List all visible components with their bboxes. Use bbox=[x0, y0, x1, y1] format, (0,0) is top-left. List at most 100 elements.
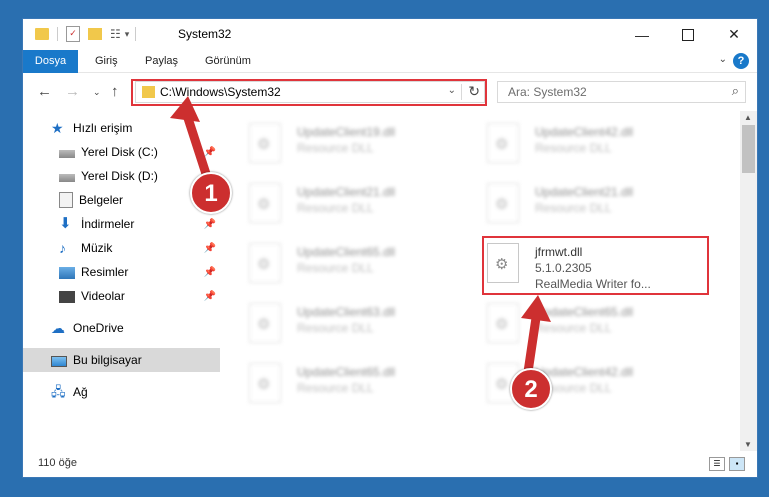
scrollbar-thumb[interactable] bbox=[742, 125, 755, 173]
back-button[interactable]: ← bbox=[37, 83, 52, 100]
sidebar-item-label: Yerel Disk (C:) bbox=[81, 145, 158, 159]
sidebar-item-this-pc[interactable]: Bu bilgisayar bbox=[23, 348, 220, 372]
item-count: 110 öğe bbox=[38, 457, 77, 469]
network-icon: 🖧 bbox=[51, 384, 66, 399]
status-bar: 110 öğe ☰ ▪ bbox=[23, 451, 757, 477]
pin-icon[interactable]: 📌 bbox=[204, 219, 216, 230]
list-item[interactable]: UpdateClient21.dll Resource DLL bbox=[249, 179, 469, 229]
list-item[interactable]: UpdateClient65.dll Resource DLL bbox=[249, 239, 469, 289]
dll-file-icon bbox=[487, 303, 519, 343]
sidebar-item-local-disk-c[interactable]: Yerel Disk (C:) 📌 bbox=[23, 140, 220, 164]
maximize-button[interactable] bbox=[665, 19, 711, 50]
separator bbox=[57, 27, 58, 41]
sidebar-item-pictures[interactable]: Resimler 📌 bbox=[23, 260, 220, 284]
new-folder-icon[interactable] bbox=[88, 28, 102, 40]
dll-file-icon bbox=[249, 363, 281, 403]
videos-icon bbox=[59, 291, 75, 303]
search-icon[interactable]: ⌕ bbox=[732, 83, 739, 99]
pin-icon[interactable]: 📌 bbox=[204, 147, 216, 158]
rename-icon[interactable]: ☷ bbox=[110, 27, 121, 41]
step-badge-2: 2 bbox=[510, 368, 552, 410]
tab-gorunum[interactable]: Görünüm bbox=[205, 50, 251, 72]
sidebar-item-label: Belgeler bbox=[79, 193, 124, 207]
details-view-icon[interactable]: ☰ bbox=[709, 457, 725, 471]
dll-file-icon bbox=[249, 183, 281, 223]
pin-icon[interactable]: 📌 bbox=[204, 243, 216, 254]
quick-access-toolbar: ✓ ☷ ▾ bbox=[35, 25, 137, 43]
list-item[interactable]: UpdateClient42.dll Resource DLL bbox=[487, 119, 707, 169]
view-switcher: ☰ ▪ bbox=[709, 457, 745, 471]
recent-locations-button[interactable]: ⌄ bbox=[93, 87, 101, 98]
sidebar-item-videos[interactable]: Videolar 📌 bbox=[23, 284, 220, 308]
dll-file-icon bbox=[249, 303, 281, 343]
cloud-icon: ☁ bbox=[51, 320, 65, 336]
list-item[interactable]: UpdateClient65.dll Resource DLL bbox=[249, 359, 469, 409]
separator bbox=[135, 27, 137, 41]
up-button[interactable]: ↑ bbox=[111, 83, 119, 100]
file-description: Resource DLL bbox=[297, 321, 374, 335]
sidebar-item-music[interactable]: ♪ Müzik 📌 bbox=[23, 236, 220, 260]
address-highlight-box bbox=[131, 79, 487, 106]
forward-button[interactable]: → bbox=[65, 83, 80, 100]
search-box[interactable]: Ara: System32 ⌕ bbox=[497, 81, 746, 103]
list-item[interactable]: UpdateClient21.dll Resource DLL bbox=[487, 179, 707, 229]
vertical-scrollbar[interactable]: ▲ ▼ bbox=[740, 111, 757, 451]
scroll-up-icon[interactable]: ▲ bbox=[744, 113, 752, 122]
pin-icon[interactable]: 📌 bbox=[204, 267, 216, 278]
maximize-icon bbox=[682, 28, 694, 41]
list-item[interactable]: UpdateClient65.dll Resource DLL bbox=[487, 299, 707, 349]
tiles-view-icon[interactable]: ▪ bbox=[729, 457, 745, 471]
list-item[interactable]: UpdateClient19.dll Resource DLL bbox=[249, 119, 469, 169]
help-icon[interactable]: ? bbox=[733, 53, 749, 69]
step-badge-1: 1 bbox=[190, 172, 232, 214]
dll-file-icon bbox=[487, 183, 519, 223]
sidebar-item-label: Ağ bbox=[73, 385, 88, 399]
minimize-icon: — bbox=[635, 26, 649, 43]
properties-icon[interactable]: ✓ bbox=[66, 26, 80, 42]
dll-file-icon bbox=[249, 243, 281, 283]
list-item[interactable]: UpdateClient63.dll Resource DLL bbox=[249, 299, 469, 349]
file-name: UpdateClient63.dll bbox=[297, 305, 396, 319]
search-input[interactable]: Ara: System32 bbox=[508, 85, 587, 99]
sidebar-item-label: Yerel Disk (D:) bbox=[81, 169, 158, 183]
pin-icon[interactable]: 📌 bbox=[204, 291, 216, 302]
file-description: Resource DLL bbox=[535, 141, 612, 155]
chevron-down-icon: ⌄ bbox=[93, 87, 101, 97]
sidebar-item-label: Müzik bbox=[81, 241, 113, 255]
file-name: UpdateClient42.dll bbox=[535, 365, 634, 379]
drive-icon bbox=[59, 174, 75, 182]
file-name: UpdateClient21.dll bbox=[535, 185, 634, 199]
dll-file-icon bbox=[487, 123, 519, 163]
window-title: System32 bbox=[178, 27, 232, 41]
ribbon: Dosya Giriş Paylaş Görünüm ⌄ ? bbox=[23, 50, 757, 100]
title-bar: ✓ ☷ ▾ System32 — ✕ bbox=[23, 19, 757, 50]
sidebar-item-label: Hızlı erişim bbox=[73, 121, 133, 135]
file-name: UpdateClient65.dll bbox=[297, 365, 396, 379]
arrow-up-icon: ↑ bbox=[111, 83, 119, 100]
minimize-button[interactable]: — bbox=[619, 19, 665, 50]
file-description: Resource DLL bbox=[297, 381, 374, 395]
sidebar-item-label: Videolar bbox=[81, 289, 125, 303]
folder-icon[interactable] bbox=[35, 28, 49, 40]
file-description: Resource DLL bbox=[535, 201, 612, 215]
sidebar-item-label: OneDrive bbox=[73, 321, 124, 335]
download-icon: ⬇ bbox=[59, 215, 72, 232]
tab-giris[interactable]: Giriş bbox=[95, 50, 118, 72]
tab-paylas[interactable]: Paylaş bbox=[145, 50, 178, 72]
file-description: Resource DLL bbox=[297, 261, 374, 275]
expand-ribbon-icon[interactable]: ⌄ bbox=[719, 54, 727, 65]
drive-icon bbox=[59, 150, 75, 158]
sidebar-item-quick-access[interactable]: ★ Hızlı erişim bbox=[23, 116, 220, 140]
file-name: UpdateClient19.dll bbox=[297, 125, 396, 139]
scroll-down-icon[interactable]: ▼ bbox=[744, 440, 752, 449]
chevron-down-icon[interactable]: ▾ bbox=[125, 29, 130, 40]
star-icon: ★ bbox=[51, 120, 64, 136]
arrow-left-icon: ← bbox=[37, 83, 52, 100]
close-button[interactable]: ✕ bbox=[711, 19, 757, 50]
sidebar-item-network[interactable]: 🖧 Ağ bbox=[23, 380, 220, 404]
music-icon: ♪ bbox=[59, 240, 66, 256]
close-icon: ✕ bbox=[728, 26, 740, 42]
sidebar-item-onedrive[interactable]: ☁ OneDrive bbox=[23, 316, 220, 340]
sidebar-item-downloads[interactable]: ⬇ İndirmeler 📌 bbox=[23, 212, 220, 236]
file-name: UpdateClient65.dll bbox=[297, 245, 396, 259]
